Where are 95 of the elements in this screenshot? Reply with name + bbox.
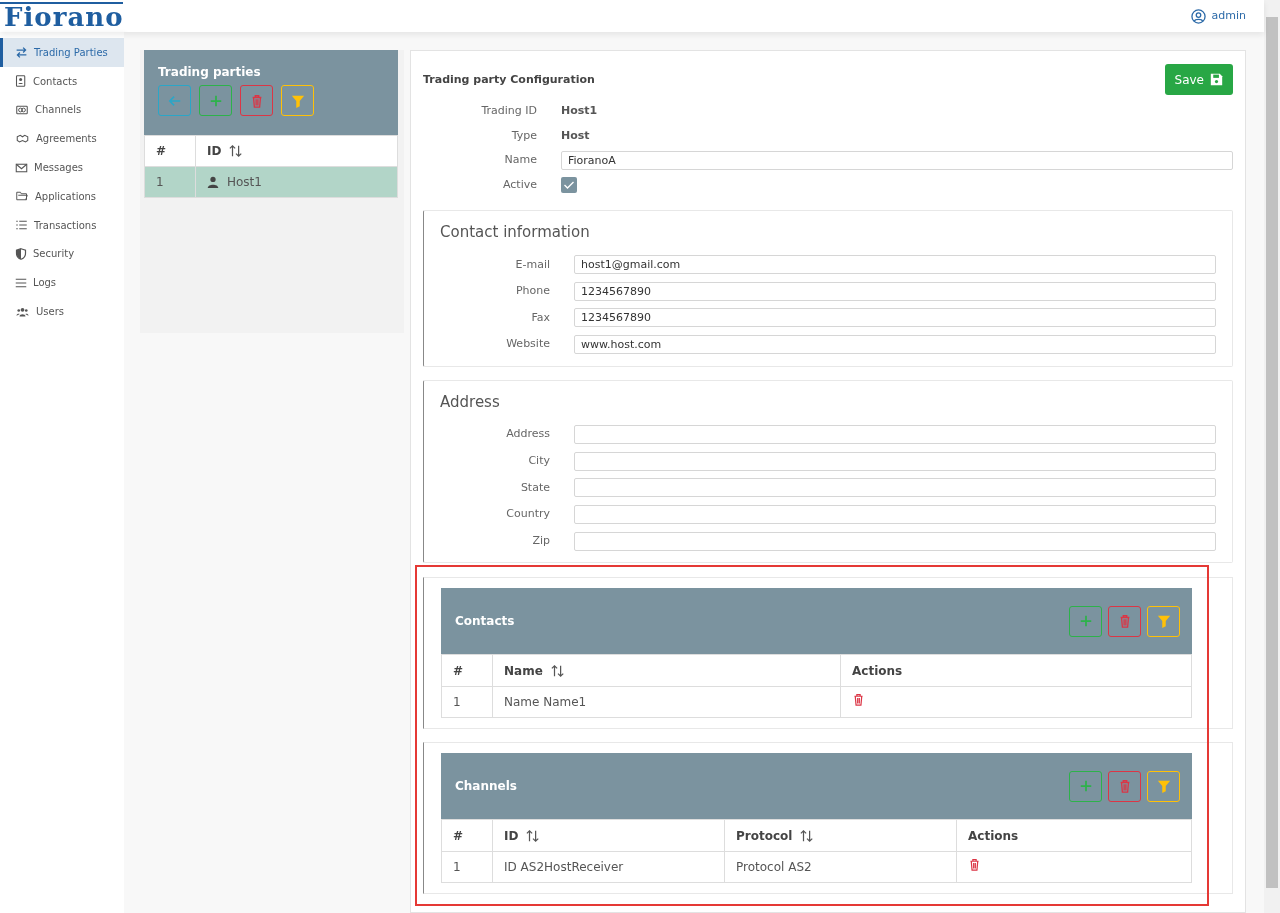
filter-icon	[1156, 614, 1171, 629]
user-icon	[1190, 8, 1206, 24]
envelope-icon	[15, 161, 28, 174]
sort-icon	[800, 828, 815, 843]
sidebar-item[interactable]: Channels	[0, 95, 124, 125]
sidebar-item[interactable]: Security	[0, 239, 124, 269]
section-title: Contact information	[440, 222, 591, 243]
filter-button[interactable]	[281, 85, 314, 116]
company-logo: Fiorano	[0, 2, 124, 30]
add-button[interactable]	[1069, 770, 1102, 802]
sidebar-item[interactable]: Contacts	[0, 66, 124, 96]
field-label: Name	[503, 152, 537, 168]
input-field[interactable]	[574, 451, 1216, 471]
sortable-column-header[interactable]: ID	[492, 819, 725, 852]
filter-button[interactable]	[1147, 605, 1180, 637]
exchange-icon	[15, 45, 28, 59]
input-field[interactable]: 1234567890	[574, 308, 1216, 328]
sort-icon	[229, 144, 244, 158]
field-label: Address	[505, 426, 550, 443]
sortable-column-header[interactable]: Name	[492, 654, 841, 687]
add-button[interactable]	[1069, 605, 1102, 637]
users-icon	[15, 305, 30, 318]
table-cell: ID AS2HostReceiver	[492, 851, 725, 883]
panel-title: Trading party Configuration	[423, 72, 595, 88]
table-cell: 1	[441, 851, 493, 883]
delete-button[interactable]	[852, 693, 865, 707]
input-field[interactable]: 1234567890	[574, 281, 1216, 301]
section-title: Address	[440, 391, 501, 413]
folder-icon	[15, 190, 29, 203]
back-button[interactable]	[158, 85, 191, 116]
input-field[interactable]: www.host.com	[574, 335, 1216, 355]
filter-button[interactable]	[1147, 770, 1180, 802]
sidebar-item[interactable]: Transactions	[0, 210, 124, 240]
field-label: State	[519, 479, 550, 496]
sidebar-item[interactable]: Messages	[0, 153, 124, 182]
sortable-column-header[interactable]: ID	[195, 135, 398, 167]
table-cell: Host1	[195, 166, 398, 198]
column-header: #	[441, 819, 493, 852]
column-header: #	[144, 135, 196, 167]
sort-icon	[550, 663, 565, 678]
field-label: Country	[505, 506, 550, 523]
field-value: Host	[561, 127, 590, 144]
field-label: E-mail	[514, 256, 550, 273]
section-title: Channels	[455, 778, 517, 796]
input-field[interactable]	[574, 478, 1216, 498]
column-header: Actions	[956, 819, 1192, 852]
column-header: Actions	[840, 654, 1192, 687]
plus-icon	[1078, 614, 1093, 629]
sidebar-item[interactable]: Logs	[0, 268, 124, 298]
filter-icon	[1156, 779, 1171, 794]
table-row[interactable]: 1 Host1	[144, 166, 398, 198]
table-cell: Name Name1	[492, 686, 841, 718]
sidebar-item[interactable]: Trading Parties	[0, 38, 124, 67]
shield-icon	[15, 247, 27, 260]
field-label: Zip	[531, 532, 550, 549]
field-label: Phone	[514, 283, 550, 300]
input-field[interactable]	[574, 504, 1216, 524]
table-cell: Protocol AS2	[724, 851, 957, 883]
table-cell: 1	[144, 166, 196, 198]
arrow-left-icon	[167, 93, 182, 108]
field-label: Trading ID	[480, 103, 537, 119]
filter-icon	[290, 93, 305, 108]
add-button[interactable]	[199, 85, 232, 116]
person-icon	[207, 176, 219, 188]
column-header: #	[441, 654, 493, 687]
field-label: City	[527, 453, 550, 469]
field-label: Website	[505, 336, 550, 353]
delete-button[interactable]	[968, 858, 981, 872]
field-label: Type	[510, 127, 537, 144]
panel-title: Trading parties	[158, 64, 262, 81]
table-cell: 1	[441, 686, 493, 718]
field-value: Host1	[561, 103, 598, 119]
menu-icon	[15, 276, 27, 289]
user-name[interactable]: admin	[1211, 7, 1246, 25]
scrollbar[interactable]	[1264, 0, 1280, 913]
input-field[interactable]	[574, 531, 1216, 551]
section-title: Contacts	[455, 613, 515, 631]
field-label: Active	[501, 176, 537, 193]
contact-card-icon	[15, 75, 27, 88]
field-label: Fax	[530, 309, 550, 326]
list-icon	[15, 219, 28, 232]
input-field[interactable]: host1@gmail.com	[574, 255, 1216, 275]
input-field[interactable]	[574, 425, 1216, 445]
sidebar-item[interactable]: Users	[0, 297, 124, 326]
sidebar-item[interactable]: Applications	[0, 182, 124, 211]
sort-icon	[526, 828, 541, 843]
plus-icon	[1078, 779, 1093, 794]
channel-icon	[15, 104, 29, 116]
sortable-column-header[interactable]: Protocol	[724, 819, 957, 852]
trash-icon	[852, 693, 865, 707]
input-field[interactable]: FioranoA	[561, 150, 1233, 170]
checkbox[interactable]	[561, 176, 577, 193]
plus-icon	[208, 93, 223, 108]
trash-icon	[968, 858, 981, 872]
sidebar-item[interactable]: Agreements	[0, 124, 124, 154]
